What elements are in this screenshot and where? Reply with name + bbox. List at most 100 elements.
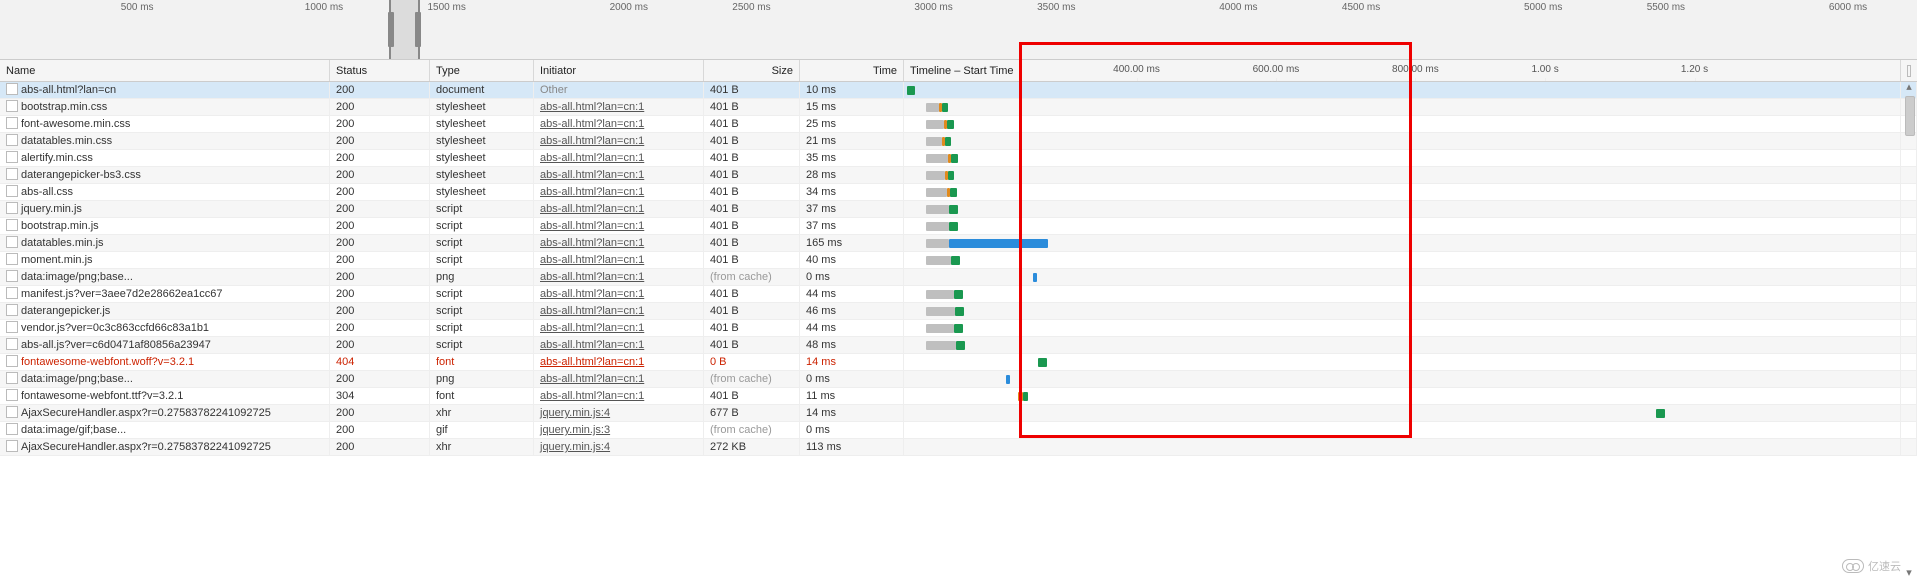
- request-row[interactable]: jquery.min.js200scriptabs-all.html?lan=c…: [0, 201, 1917, 218]
- column-name[interactable]: Name: [0, 60, 330, 81]
- row-gutter: [1901, 167, 1917, 183]
- initiator-link[interactable]: abs-all.html?lan=cn:1: [540, 271, 644, 283]
- size-cell: 401 B: [704, 320, 800, 336]
- initiator-link[interactable]: abs-all.html?lan=cn:1: [540, 152, 644, 164]
- waterfall-cell: [904, 201, 1901, 217]
- request-row[interactable]: bootstrap.min.css200stylesheetabs-all.ht…: [0, 99, 1917, 116]
- scroll-down-arrow[interactable]: ▾: [1903, 568, 1915, 580]
- column-initiator[interactable]: Initiator: [534, 60, 704, 81]
- status-cell: 200: [330, 405, 430, 421]
- column-time[interactable]: Time: [800, 60, 904, 81]
- initiator-link[interactable]: jquery.min.js:4: [540, 441, 610, 453]
- file-name: alertify.min.css: [21, 152, 93, 164]
- initiator-cell: abs-all.html?lan=cn:1: [534, 201, 704, 217]
- file-icon: [6, 440, 18, 452]
- initiator-link[interactable]: abs-all.html?lan=cn:1: [540, 305, 644, 317]
- row-gutter: [1901, 320, 1917, 336]
- request-row[interactable]: daterangepicker-bs3.css200stylesheetabs-…: [0, 167, 1917, 184]
- request-row[interactable]: bootstrap.min.js200scriptabs-all.html?la…: [0, 218, 1917, 235]
- row-gutter: [1901, 218, 1917, 234]
- initiator-link[interactable]: abs-all.html?lan=cn:1: [540, 390, 644, 402]
- request-row[interactable]: abs-all.html?lan=cn200documentOther401 B…: [0, 82, 1917, 99]
- status-cell: 200: [330, 269, 430, 285]
- copy-icon[interactable]: [1907, 65, 1911, 77]
- initiator-link[interactable]: abs-all.html?lan=cn:1: [540, 101, 644, 113]
- type-cell: script: [430, 252, 534, 268]
- initiator-link[interactable]: abs-all.html?lan=cn:1: [540, 254, 644, 266]
- initiator-link[interactable]: abs-all.html?lan=cn:1: [540, 339, 644, 351]
- table-header: Name Status Type Initiator Size Time Tim…: [0, 60, 1917, 82]
- name-cell: vendor.js?ver=0c3c863ccfd66c83a1b1: [0, 320, 330, 336]
- timing-bar: [954, 324, 963, 333]
- type-cell: stylesheet: [430, 167, 534, 183]
- initiator-link[interactable]: abs-all.html?lan=cn:1: [540, 203, 644, 215]
- overview-tick: 6000 ms: [1829, 2, 1867, 13]
- size-cell: 401 B: [704, 235, 800, 251]
- type-cell: xhr: [430, 405, 534, 421]
- column-timeline[interactable]: Timeline – Start Time 400.00 ms600.00 ms…: [904, 60, 1901, 81]
- request-row[interactable]: fontawesome-webfont.woff?v=3.2.1404fonta…: [0, 354, 1917, 371]
- request-row[interactable]: abs-all.css200stylesheetabs-all.html?lan…: [0, 184, 1917, 201]
- initiator-link[interactable]: abs-all.html?lan=cn:1: [540, 118, 644, 130]
- timing-bar: [1018, 392, 1023, 401]
- initiator-cell: abs-all.html?lan=cn:1: [534, 320, 704, 336]
- column-status[interactable]: Status: [330, 60, 430, 81]
- initiator-cell: abs-all.html?lan=cn:1: [534, 99, 704, 115]
- row-gutter: [1901, 337, 1917, 353]
- file-icon: [6, 372, 18, 384]
- file-name: font-awesome.min.css: [21, 118, 130, 130]
- initiator-link[interactable]: abs-all.html?lan=cn:1: [540, 237, 644, 249]
- waterfall-cell: [904, 252, 1901, 268]
- status-cell: 200: [330, 133, 430, 149]
- size-cell: 272 KB: [704, 439, 800, 455]
- initiator-link[interactable]: abs-all.html?lan=cn:1: [540, 169, 644, 181]
- type-cell: script: [430, 201, 534, 217]
- initiator-link[interactable]: abs-all.html?lan=cn:1: [540, 186, 644, 198]
- request-row[interactable]: moment.min.js200scriptabs-all.html?lan=c…: [0, 252, 1917, 269]
- request-row[interactable]: AjaxSecureHandler.aspx?r=0.2758378224109…: [0, 439, 1917, 456]
- initiator-link[interactable]: abs-all.html?lan=cn:1: [540, 135, 644, 147]
- request-row[interactable]: AjaxSecureHandler.aspx?r=0.2758378224109…: [0, 405, 1917, 422]
- column-size[interactable]: Size: [704, 60, 800, 81]
- initiator-link[interactable]: abs-all.html?lan=cn:1: [540, 356, 644, 368]
- status-cell: 200: [330, 303, 430, 319]
- request-row[interactable]: vendor.js?ver=0c3c863ccfd66c83a1b1200scr…: [0, 320, 1917, 337]
- name-cell: fontawesome-webfont.woff?v=3.2.1: [0, 354, 330, 370]
- request-row[interactable]: alertify.min.css200stylesheetabs-all.htm…: [0, 150, 1917, 167]
- request-row[interactable]: data:image/png;base...200pngabs-all.html…: [0, 371, 1917, 388]
- request-row[interactable]: font-awesome.min.css200stylesheetabs-all…: [0, 116, 1917, 133]
- column-type[interactable]: Type: [430, 60, 534, 81]
- scroll-up-arrow[interactable]: ▴: [1903, 82, 1915, 94]
- request-row[interactable]: abs-all.js?ver=c6d0471af80856a23947200sc…: [0, 337, 1917, 354]
- overview-window[interactable]: [389, 0, 420, 59]
- file-icon: [6, 321, 18, 333]
- initiator-link[interactable]: jquery.min.js:4: [540, 407, 610, 419]
- timing-bar: [951, 256, 960, 265]
- initiator-link[interactable]: abs-all.html?lan=cn:1: [540, 288, 644, 300]
- name-cell: manifest.js?ver=3aee7d2e28662ea1cc67: [0, 286, 330, 302]
- waterfall-tick: 600.00 ms: [1253, 64, 1300, 75]
- waterfall-cell: [904, 99, 1901, 115]
- request-row[interactable]: data:image/png;base...200pngabs-all.html…: [0, 269, 1917, 286]
- request-row[interactable]: data:image/gif;base...200gifjquery.min.j…: [0, 422, 1917, 439]
- status-cell: 200: [330, 337, 430, 353]
- initiator-link[interactable]: abs-all.html?lan=cn:1: [540, 322, 644, 334]
- request-row[interactable]: datatables.min.css200stylesheetabs-all.h…: [0, 133, 1917, 150]
- initiator-link[interactable]: jquery.min.js:3: [540, 424, 610, 436]
- initiator-link[interactable]: abs-all.html?lan=cn:1: [540, 373, 644, 385]
- request-row[interactable]: manifest.js?ver=3aee7d2e28662ea1cc67200s…: [0, 286, 1917, 303]
- size-cell: 401 B: [704, 252, 800, 268]
- request-row[interactable]: daterangepicker.js200scriptabs-all.html?…: [0, 303, 1917, 320]
- initiator-link[interactable]: abs-all.html?lan=cn:1: [540, 220, 644, 232]
- file-name: manifest.js?ver=3aee7d2e28662ea1cc67: [21, 288, 223, 300]
- type-cell: script: [430, 286, 534, 302]
- type-cell: stylesheet: [430, 150, 534, 166]
- status-cell: 404: [330, 354, 430, 370]
- request-row[interactable]: fontawesome-webfont.ttf?v=3.2.1304fontab…: [0, 388, 1917, 405]
- request-row[interactable]: datatables.min.js200scriptabs-all.html?l…: [0, 235, 1917, 252]
- overview-timeline[interactable]: 500 ms1000 ms1500 ms2000 ms2500 ms3000 m…: [0, 0, 1917, 60]
- row-gutter: [1901, 422, 1917, 438]
- name-cell: data:image/png;base...: [0, 371, 330, 387]
- status-cell: 200: [330, 184, 430, 200]
- scrollbar-thumb[interactable]: [1905, 96, 1915, 136]
